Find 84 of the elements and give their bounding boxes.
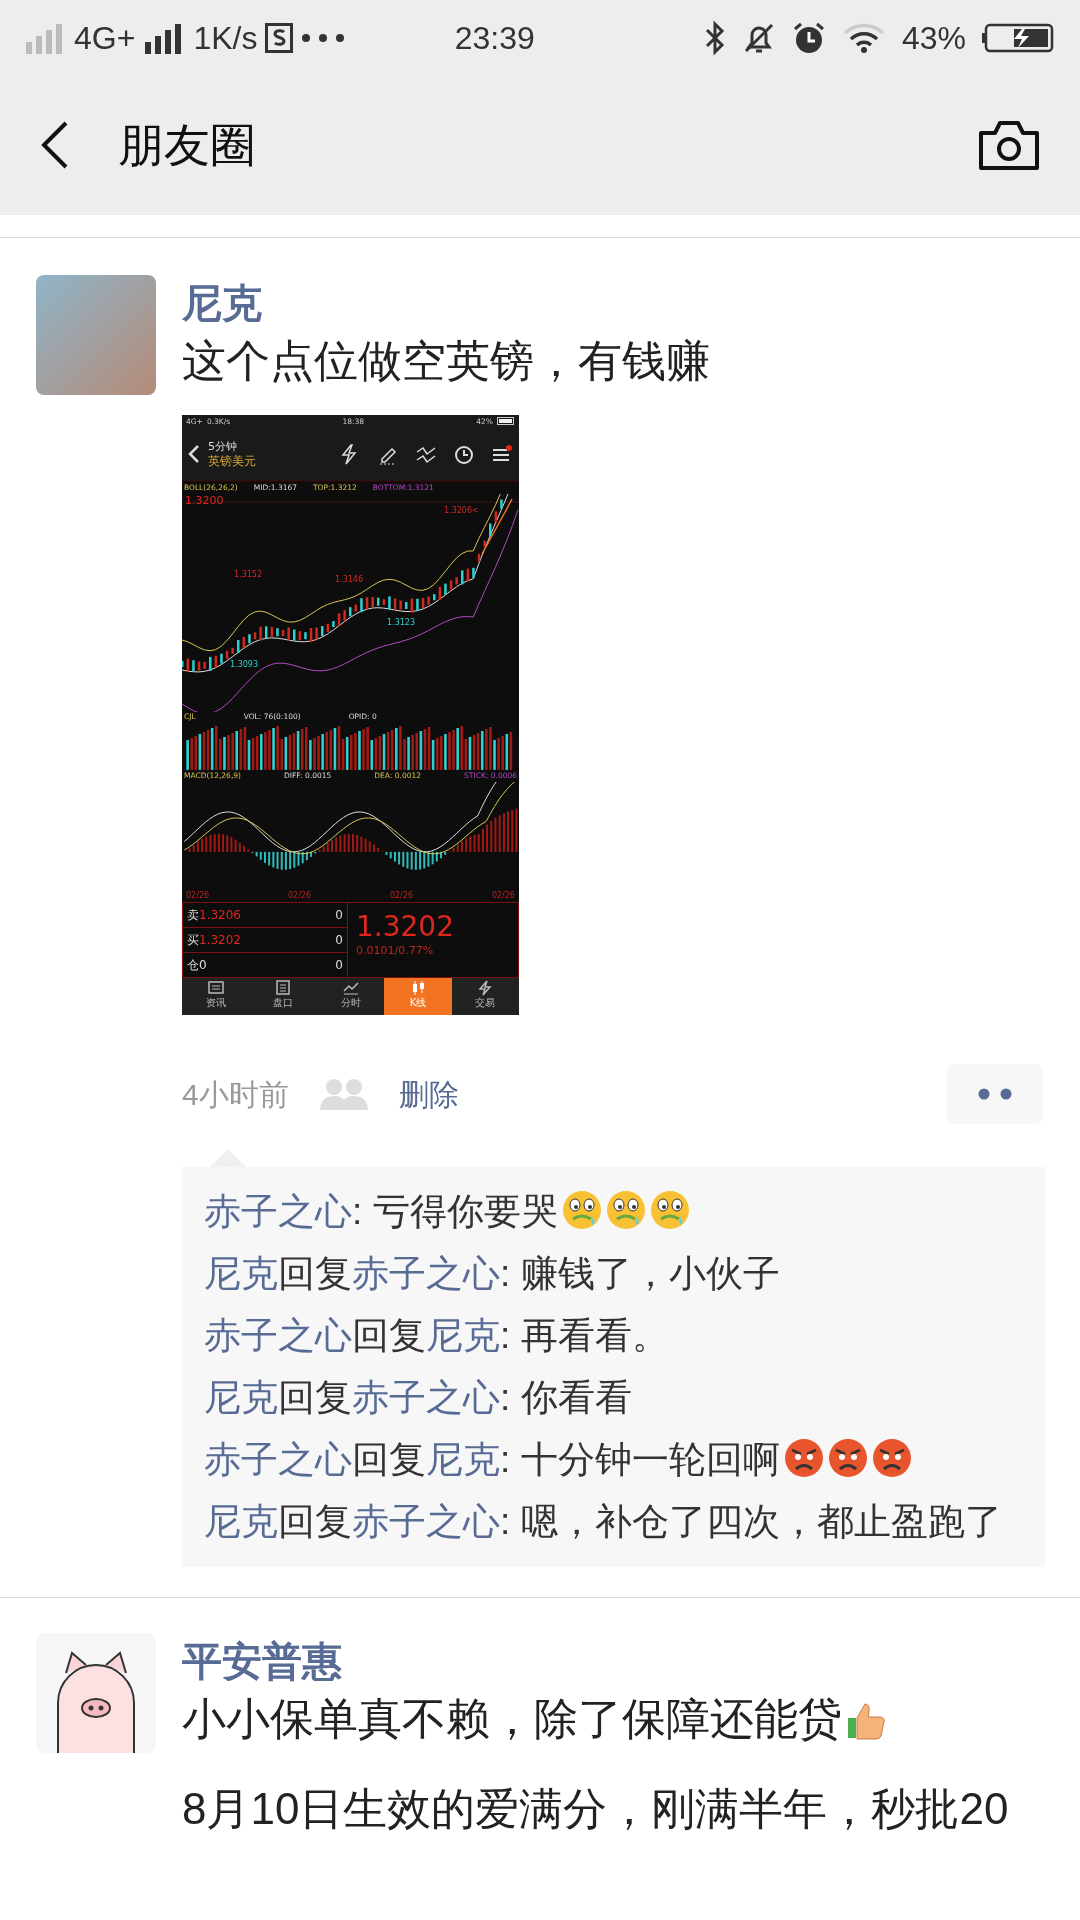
camera-icon [978,119,1040,171]
author-name[interactable]: 平安普惠 [182,1633,1080,1689]
commenter-link[interactable]: 赤子之心 [204,1439,352,1480]
price-label: 1.3123 [387,617,415,628]
status-time: 23:39 [454,19,535,56]
commenter-link[interactable]: 尼克 [426,1315,500,1356]
commenter-link[interactable]: 赤子之心 [204,1191,352,1232]
comment-text: 尼克回复赤子之心: 嗯，补仓了四次，都止盈跑了 [204,1500,1003,1544]
date-label: 02/26 [186,890,210,903]
bottom-tab[interactable]: K线 [384,978,452,1015]
camera-button[interactable] [978,119,1040,171]
comment-text: 赤子之心回复尼克: 再看看。 [204,1314,670,1358]
post-text: 8月10日生效的爱满分，刚满半年，秒批20 [182,1783,1010,1835]
bottom-tab[interactable]: 资讯 [182,978,250,1015]
price-label: 1.3200 [185,495,224,506]
angry-face-icon [871,1438,912,1478]
price-label: 1.3206< [444,505,479,516]
quote-quantity: 0 [335,907,343,925]
line-chart-icon [341,980,360,997]
quote-quantity: 0 [335,957,343,975]
date-label: 02/26 [389,890,413,903]
commenter-link[interactable]: 尼克 [204,1377,278,1418]
quote-label: 仓 [187,957,199,975]
author-name[interactable]: 尼克 [182,275,1080,331]
price-label: 1.3093 [230,659,258,670]
worried-face-icon [605,1190,646,1230]
dots-icon [977,1088,1013,1100]
wifi-icon [841,21,886,54]
quote-price: 1.3206 [199,907,242,925]
quote-price: 0 [199,957,208,975]
quote-label: 卖 [187,907,199,925]
post-text: 这个点位做空英镑，有钱赚 [182,335,711,387]
commenter-link[interactable]: 赤子之心 [352,1253,500,1294]
more-dots-icon [301,32,346,43]
battery-icon [497,417,515,426]
network-speed: 1K/s [193,18,258,58]
quote-price: 1.3202 [199,932,242,950]
list-icon [274,980,293,997]
alarm-icon [791,20,826,55]
angry-face-icon [827,1438,868,1478]
comment-text: 赤子之心: 亏得你要哭 [204,1181,1023,1243]
symbol-name: 英镑美元 [208,453,257,469]
people-icon [318,1076,369,1112]
commenter-link[interactable]: 尼克 [204,1253,278,1294]
s-box-icon [265,22,294,53]
date-label: 02/26 [287,890,312,903]
delete-link[interactable]: 删除 [398,1071,459,1117]
more-button[interactable] [947,1064,1043,1124]
clock-icon [453,443,475,466]
back-icon [40,120,70,170]
price-change: 0.0101/0.77% [356,943,435,960]
bottom-tab[interactable]: 分时 [316,978,385,1015]
post-text: 小小保单真不赖，除了保障还能贷 [182,1689,1080,1749]
worried-face-icon [649,1190,690,1230]
bluetooth-icon [703,19,726,56]
comment-text: 尼克回复赤子之心: 赚钱了，小伙子 [204,1252,781,1296]
post-time: 4小时前 [182,1076,289,1113]
commenter-link[interactable]: 赤子之心 [204,1315,352,1356]
page-title: 朋友圈 [118,117,257,173]
back-icon [188,444,200,465]
quote-quantity: 0 [335,932,343,950]
date-label: 02/26 [491,890,515,903]
thumbs-up-icon [846,1700,886,1740]
network-type: 4G+ [74,18,136,58]
battery-charging-icon [982,22,1056,53]
angry-face-icon [783,1438,824,1478]
quote-label: 买 [187,932,199,950]
commenter-link[interactable]: 尼克 [204,1501,278,1542]
commenter-link[interactable]: 尼克 [426,1439,500,1480]
comment-text: 尼克回复赤子之心: 你看看 [204,1376,633,1420]
price-line [481,498,513,555]
commenter-link[interactable]: 赤子之心 [352,1377,500,1418]
price-label: 1.3146 [335,574,363,585]
last-price: 1.3202 [356,911,454,944]
bottom-tab[interactable]: 盘口 [249,978,317,1015]
newspaper-icon [206,980,225,997]
battery-percent: 43% [901,18,966,58]
worried-face-icon [561,1190,602,1230]
price-label: 1.3152 [234,569,262,580]
back-button[interactable] [40,120,70,170]
comment-text: 赤子之心回复尼克: 十分钟一轮回啊 [204,1429,1023,1491]
bottom-tab[interactable]: 交易 [451,978,519,1015]
period-label: 5分钟 [208,439,238,454]
commenter-link[interactable]: 赤子之心 [352,1501,500,1542]
